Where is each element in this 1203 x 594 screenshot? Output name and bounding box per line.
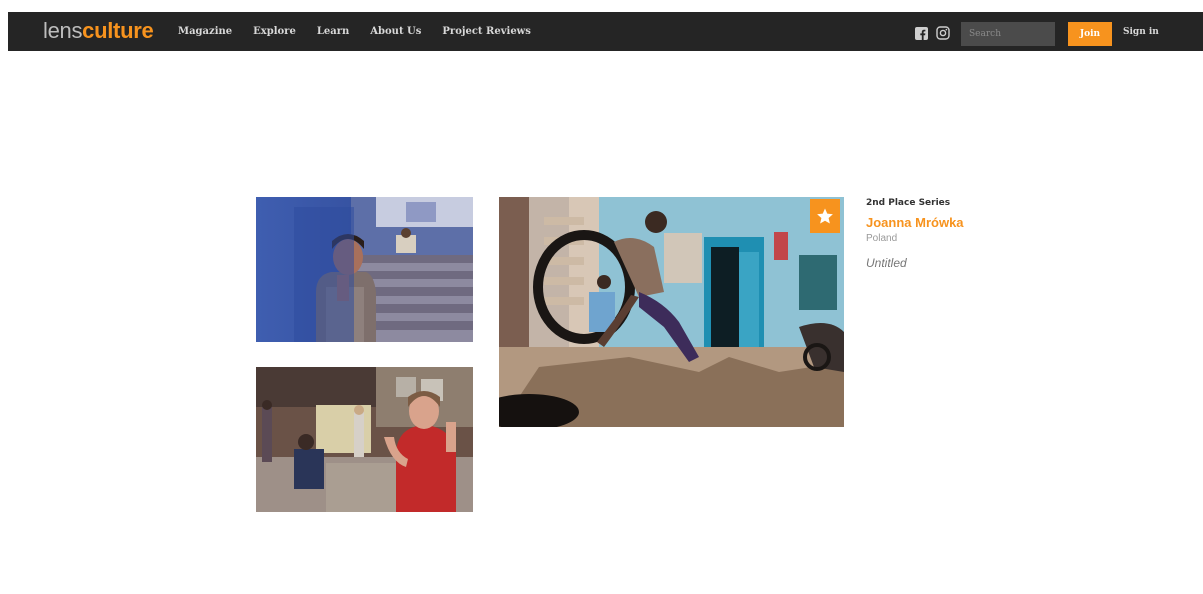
lensculture-logo[interactable]: lensculture [43,18,154,43]
nav-magazine[interactable]: Magazine [178,26,232,37]
facebook-icon[interactable] [915,27,928,40]
series-photo-boy-blue-stairs[interactable] [256,197,473,342]
award-label: 2nd Place Series [866,198,951,208]
search-input[interactable] [961,22,1055,46]
series-title-link[interactable]: Untitled [866,256,1066,271]
series-photo-boy-jumping-tire[interactable] [499,197,844,427]
instagram-icon[interactable] [936,26,950,40]
artist-name-link[interactable]: Joanna Mrówka [866,215,1066,231]
artist-country: Poland [866,233,898,244]
logo-lens: lens [43,18,83,43]
nav-project-reviews[interactable]: Project Reviews [442,26,531,37]
nav-learn[interactable]: Learn [317,26,349,37]
nav-explore[interactable]: Explore [253,26,296,37]
top-navbar: lensculture Magazine Explore Learn About… [8,12,1203,51]
series-photo-woman-red-courtyard[interactable] [256,367,473,512]
featured-star-badge [810,199,840,233]
main-nav: Magazine Explore Learn About Us Project … [178,12,552,51]
nav-about-us[interactable]: About Us [370,26,421,37]
join-button[interactable]: Join [1068,22,1112,46]
series-info-panel: 2nd Place Series Joanna Mrówka Poland Un… [866,197,1066,271]
logo-culture: culture [82,18,154,43]
star-icon [817,208,833,224]
sign-in-link[interactable]: Sign in [1123,27,1159,37]
